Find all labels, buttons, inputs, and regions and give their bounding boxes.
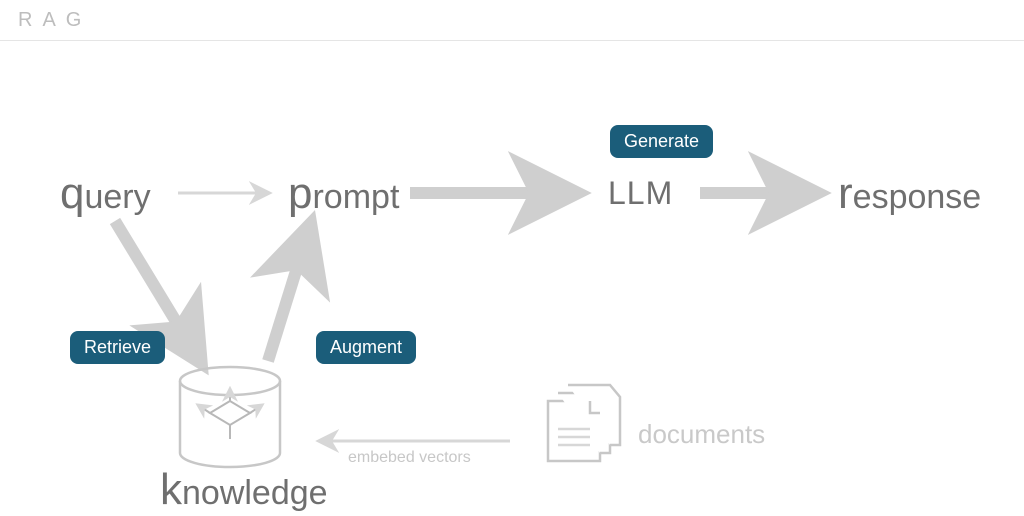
badge-generate: Generate	[610, 125, 713, 158]
node-rest: esponse	[853, 178, 982, 216]
node-rest: rompt	[312, 178, 399, 216]
node-prompt: prompt	[288, 169, 399, 219]
badge-retrieve: Retrieve	[70, 331, 165, 364]
header-title: RAG	[18, 9, 91, 32]
node-response: response	[838, 169, 981, 219]
header: RAG	[0, 0, 1024, 41]
lead-letter: k	[160, 465, 182, 514]
node-query: query	[60, 169, 151, 219]
diagram-canvas: query prompt LLM response knowledge docu…	[0, 41, 1024, 516]
node-rest: nowledge	[182, 474, 328, 512]
node-knowledge: knowledge	[160, 465, 328, 515]
node-rest: uery	[84, 178, 150, 216]
lead-letter: r	[838, 169, 853, 218]
lead-letter: q	[60, 169, 84, 218]
node-documents: documents	[638, 419, 765, 450]
label-embedded-vectors: embebed vectors	[348, 449, 471, 467]
node-llm: LLM	[608, 175, 673, 212]
documents-icon	[548, 385, 620, 461]
badge-augment: Augment	[316, 331, 416, 364]
arrows-layer	[0, 41, 1024, 516]
lead-letter: p	[288, 169, 312, 218]
database-icon	[180, 367, 280, 467]
